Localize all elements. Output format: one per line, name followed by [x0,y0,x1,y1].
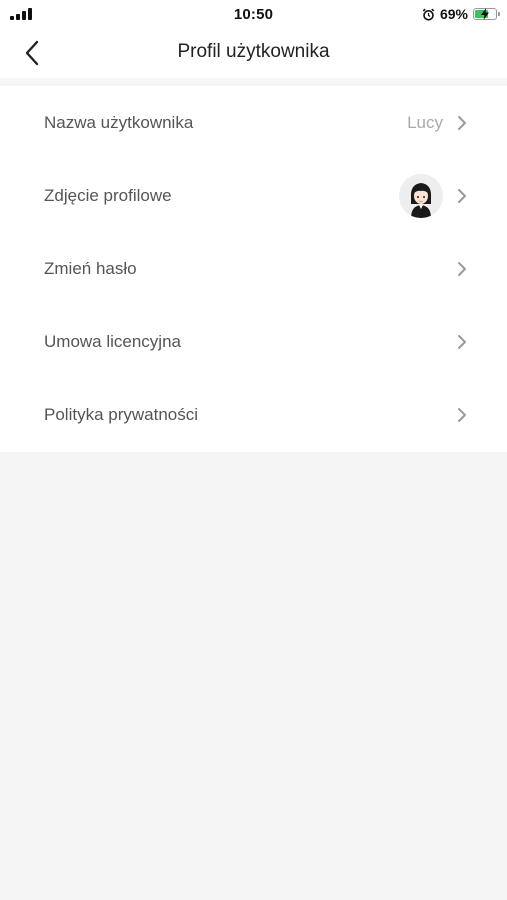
screen: 10:50 69% Profil użytkownika Nazwa użytk… [0,0,507,900]
menu-item-change-password[interactable]: Zmień hasło [0,232,507,305]
settings-list: Nazwa użytkownika Lucy Zdjęcie profilowe [0,86,507,452]
alarm-icon [422,8,435,21]
page-title: Profil użytkownika [177,41,330,62]
menu-item-label: Nazwa użytkownika [44,112,194,132]
menu-item-right [457,334,467,350]
status-bar: 10:50 69% [0,0,507,28]
charging-bolt-icon [481,8,489,20]
menu-item-right: Lucy [407,113,467,133]
menu-item-right [399,173,467,218]
menu-item-right [457,407,467,423]
menu-item-privacy-policy[interactable]: Polityka prywatności [0,378,507,451]
chevron-right-icon [458,115,466,130]
battery-cap [498,12,500,16]
avatar [399,173,443,218]
avatar-icon [399,173,443,218]
chevron-right-icon [458,261,466,276]
menu-item-label: Polityka prywatności [44,404,199,424]
menu-item-license-agreement[interactable]: Umowa licencyjna [0,305,507,378]
menu-item-profile-photo[interactable]: Zdjęcie profilowe [0,159,507,232]
menu-item-label: Zdjęcie profilowe [44,185,172,205]
menu-item-right [457,261,467,277]
chevron-right-icon [458,407,466,422]
menu-item-label: Umowa licencyjna [44,331,181,351]
section-spacer [0,78,507,86]
battery-icon [473,8,500,20]
chevron-right-icon [458,188,466,203]
status-time: 10:50 [233,5,274,23]
username-value: Lucy [407,112,443,132]
menu-item-username[interactable]: Nazwa użytkownika Lucy [0,86,507,159]
nav-bar: Profil użytkownika [0,28,507,78]
chevron-right-icon [458,334,466,349]
signal-icon [10,8,50,20]
menu-item-label: Zmień hasło [44,258,137,278]
status-right: 69% [422,6,500,22]
battery-percent: 69% [439,6,468,22]
